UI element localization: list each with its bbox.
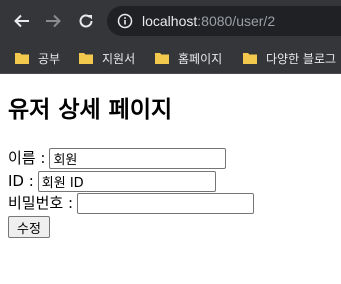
id-label: ID : xyxy=(8,172,34,190)
password-row: 비밀번호 : xyxy=(8,192,255,214)
submit-button[interactable]: 수정 xyxy=(8,216,50,238)
name-row: 이름 : xyxy=(8,147,227,169)
bookmark-item[interactable]: 지원서 xyxy=(79,49,135,67)
arrow-right-icon xyxy=(46,14,61,28)
info-icon[interactable] xyxy=(117,13,133,29)
browser-toolbar: localhost:8080/user/2 xyxy=(0,0,341,42)
id-row: ID : xyxy=(8,170,216,192)
password-field[interactable] xyxy=(77,192,255,214)
back-button[interactable] xyxy=(9,8,35,34)
forward-button[interactable] xyxy=(40,8,66,34)
page-content: 유저 상세 페이지 이름 : ID : 비밀번호 : 수정 xyxy=(0,75,341,284)
reload-button[interactable] xyxy=(73,8,99,34)
folder-icon xyxy=(243,53,257,64)
bookmark-label: 공부 xyxy=(38,51,61,66)
bookmark-item[interactable]: 공부 xyxy=(15,49,60,67)
folder-icon xyxy=(155,53,169,64)
bookmark-label: 다양한 블로그 xyxy=(266,51,337,66)
name-label: 이름 : xyxy=(8,149,46,167)
folder-icon xyxy=(79,53,93,64)
folder-icon xyxy=(15,53,29,64)
name-field[interactable] xyxy=(49,147,227,169)
reload-icon xyxy=(79,14,93,28)
bookmarks-bar: 공부 지원서 홈페이지 다양한 블로그 xyxy=(0,42,341,74)
id-field[interactable] xyxy=(37,170,216,192)
bookmark-item[interactable]: 다양한 블로그 xyxy=(243,49,336,67)
url-path: :8080/user/2 xyxy=(197,13,276,29)
address-bar[interactable]: localhost:8080/user/2 xyxy=(107,6,341,36)
bookmark-label: 지원서 xyxy=(102,51,136,66)
bookmark-item[interactable]: 홈페이지 xyxy=(155,49,222,67)
url-host: localhost xyxy=(142,13,198,29)
page-title: 유저 상세 페이지 xyxy=(8,97,173,123)
bookmark-label: 홈페이지 xyxy=(178,51,223,66)
url-text: localhost:8080/user/2 xyxy=(142,12,275,30)
arrow-left-icon xyxy=(14,14,29,28)
password-label: 비밀번호 : xyxy=(8,194,74,212)
